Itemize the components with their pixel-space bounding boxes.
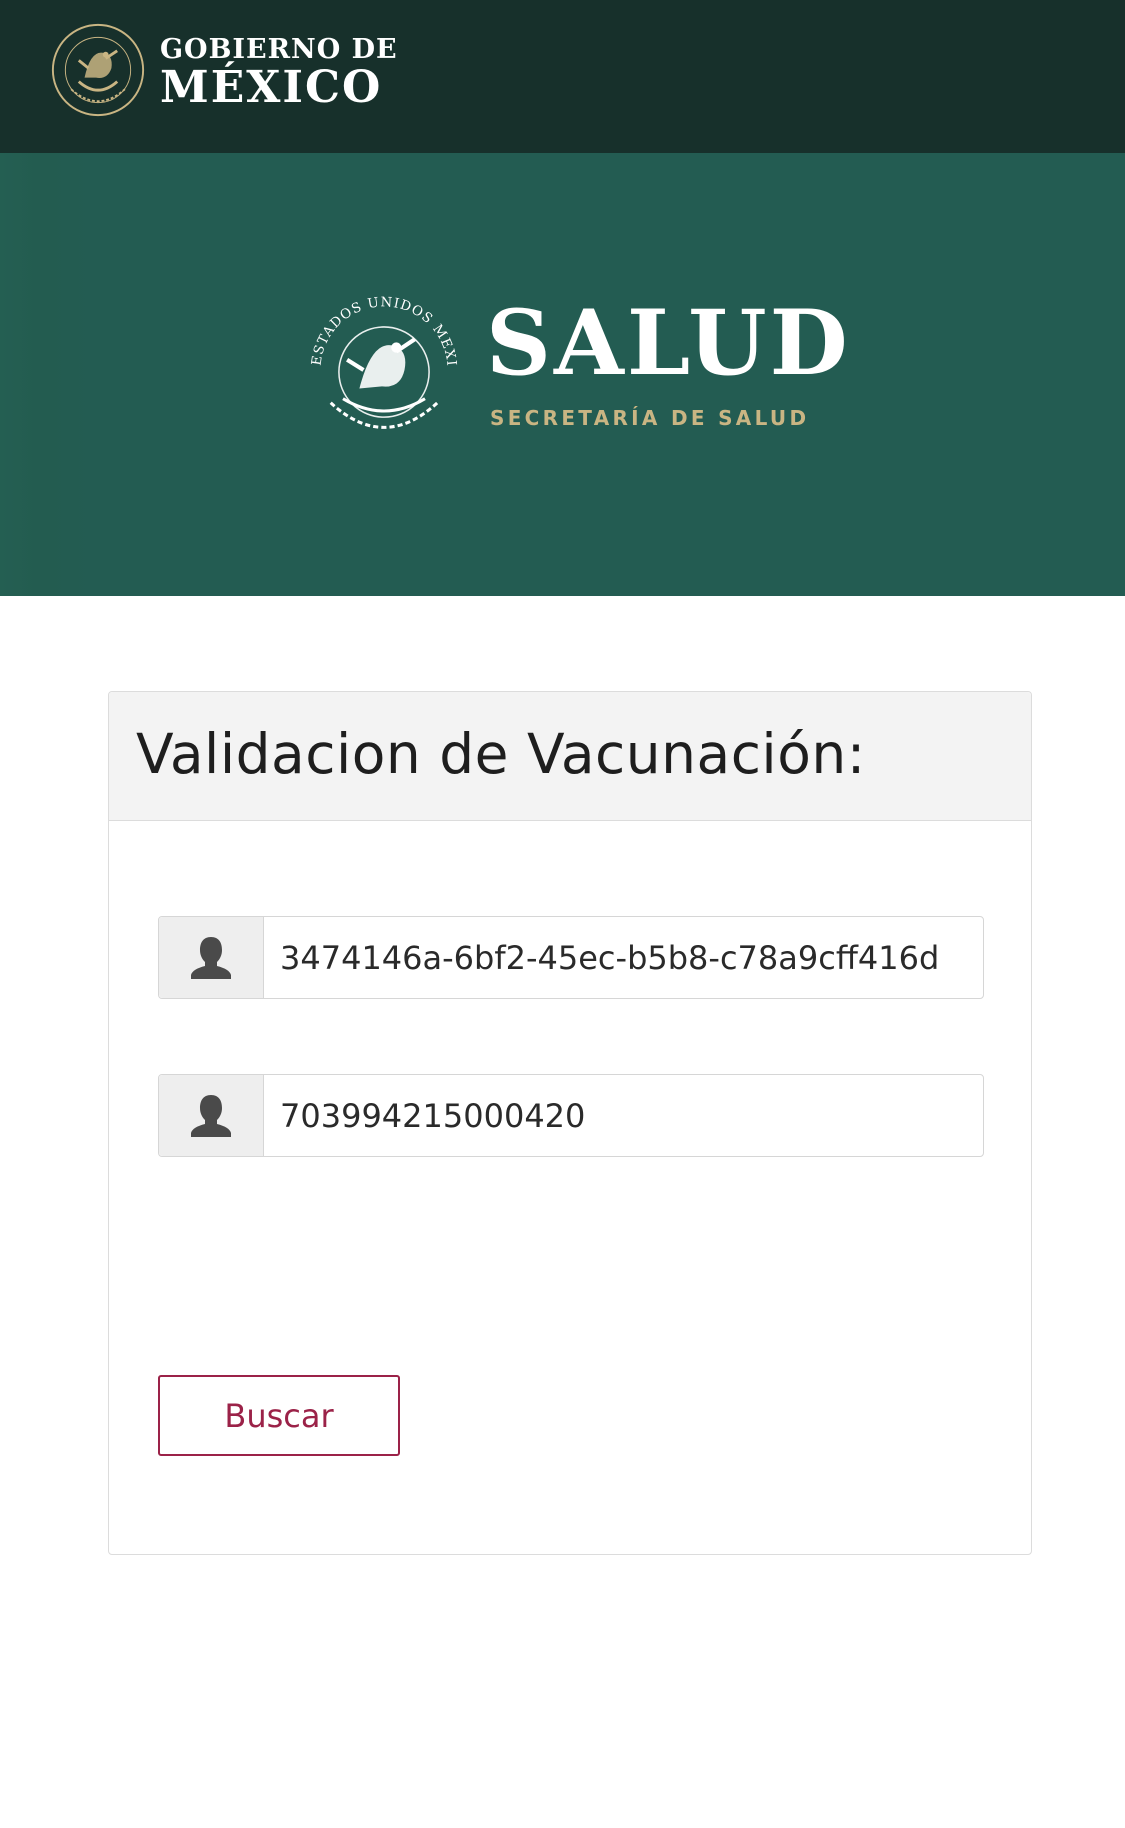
user-icon	[191, 936, 231, 979]
field1-addon	[159, 917, 264, 998]
top-navbar: GOBIERNO DE MÉXICO	[0, 0, 1125, 153]
salud-title: SALUD	[486, 290, 851, 396]
mexico-coat-of-arms-icon: ESTADOS UNIDOS MEXICANOS	[302, 288, 457, 429]
gov-title-line2: MÉXICO	[160, 62, 383, 113]
buscar-button[interactable]: Buscar	[158, 1375, 400, 1456]
user-icon	[191, 1094, 231, 1137]
uuid-input[interactable]	[264, 917, 983, 998]
id-number-input[interactable]	[264, 1075, 983, 1156]
input-group-2	[158, 1074, 984, 1157]
page-title: Validacion de Vacunación:	[136, 722, 866, 786]
field2-addon	[159, 1075, 264, 1156]
salud-subtitle: SECRETARÍA DE SALUD	[490, 406, 810, 430]
mexico-coat-of-arms-icon	[51, 23, 145, 117]
input-group-1	[158, 916, 984, 999]
gov-title-line1: GOBIERNO DE	[160, 34, 398, 65]
card-header: Validacion de Vacunación:	[109, 692, 1031, 821]
vaccination-validation-card: Validacion de Vacunación: Buscar	[108, 691, 1032, 1555]
